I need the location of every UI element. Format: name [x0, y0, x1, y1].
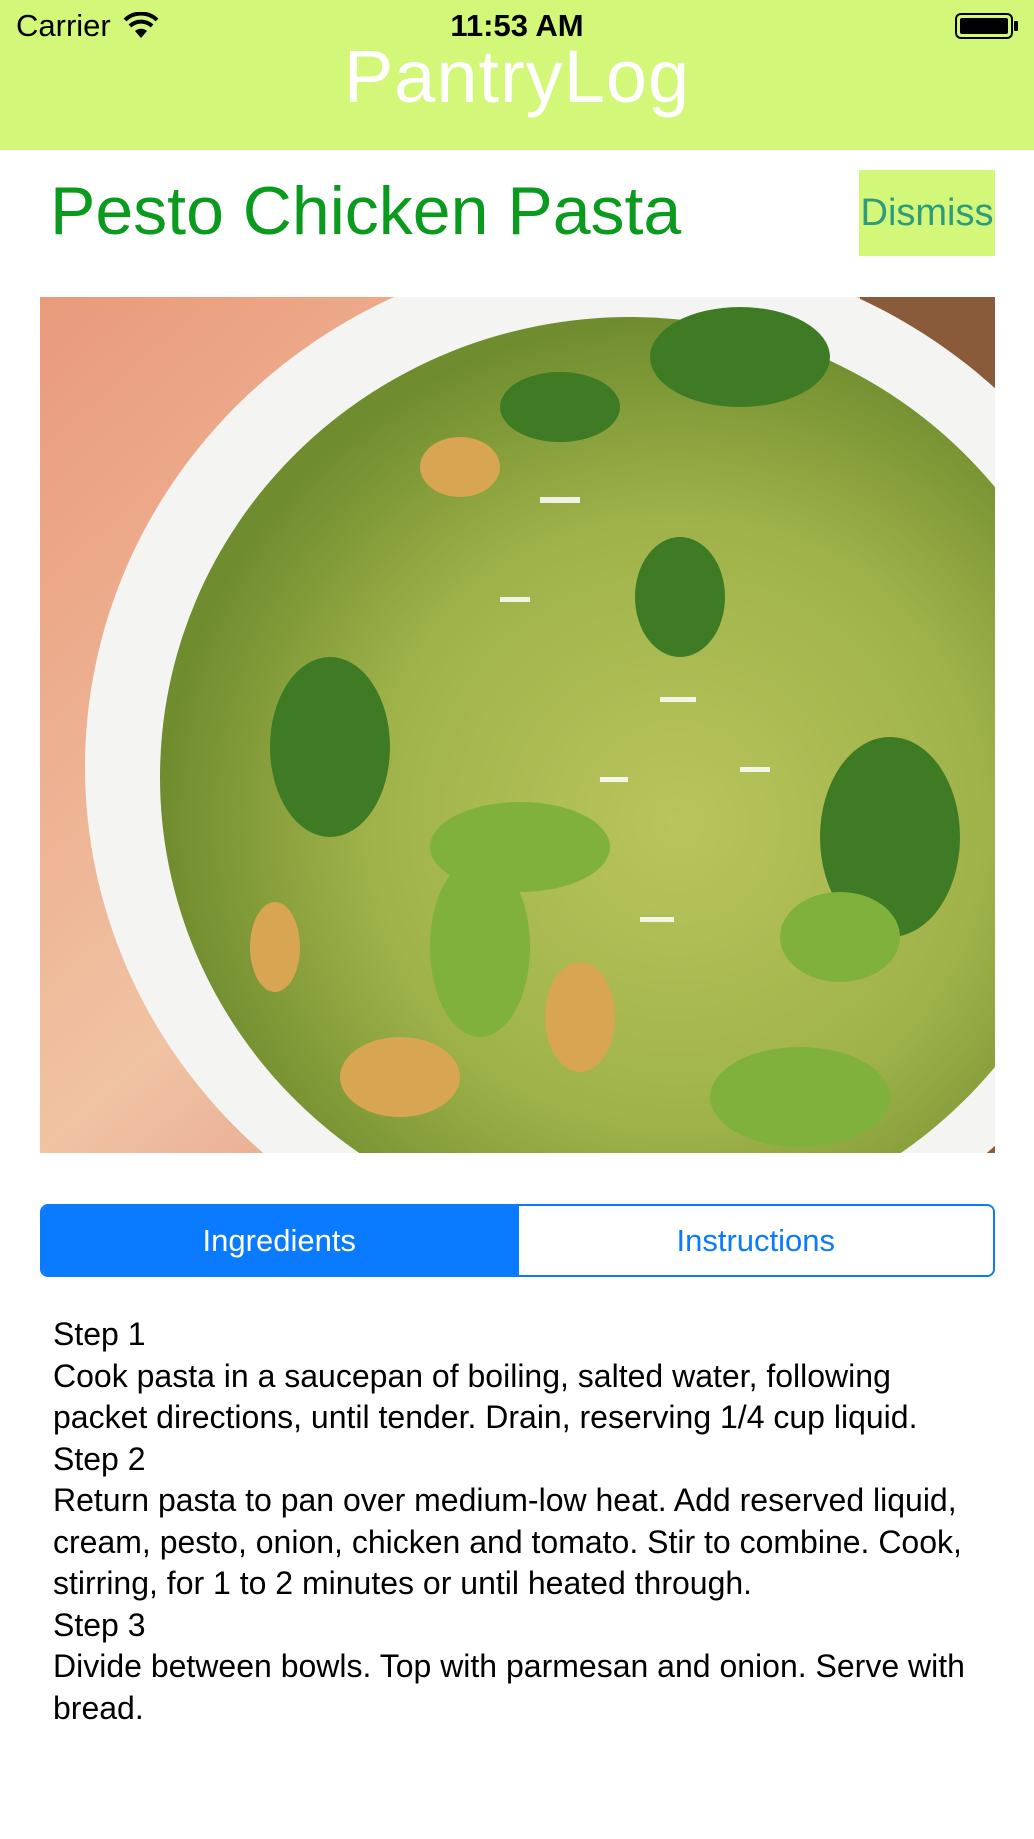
step-text: Cook pasta in a saucepan of boiling, sal…	[53, 1357, 918, 1436]
instructions-text: Step 1 Cook pasta in a saucepan of boili…	[53, 1314, 993, 1729]
step-text: Divide between bowls. Top with parmesan …	[53, 1648, 974, 1726]
step-text: Return pasta to pan over medium-low heat…	[53, 1482, 971, 1601]
recipe-photo	[40, 297, 995, 1153]
step-heading: Step 3	[53, 1606, 146, 1643]
step-heading: Step 2	[53, 1440, 146, 1477]
tab-instructions[interactable]: Instructions	[516, 1206, 993, 1275]
pasta-bowl-image	[40, 297, 995, 1153]
step-heading: Step 1	[53, 1316, 146, 1352]
navigation-bar: Carrier 11:53 AM PantryLog	[0, 0, 1034, 150]
dismiss-button[interactable]: Dismiss	[859, 170, 995, 256]
recipe-title: Pesto Chicken Pasta	[50, 173, 682, 249]
app-title: PantryLog	[343, 35, 691, 118]
segmented-control: Ingredients Instructions	[40, 1204, 995, 1277]
tab-ingredients[interactable]: Ingredients	[42, 1206, 517, 1275]
